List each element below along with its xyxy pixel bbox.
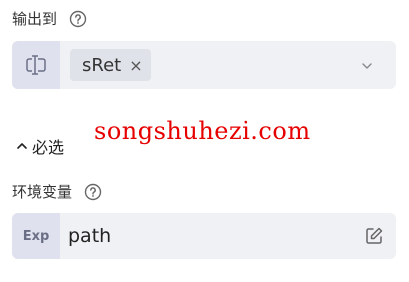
required-section-label: 必选	[32, 138, 65, 157]
question-circle-icon[interactable]	[84, 183, 102, 201]
output-label-text: 输出到	[12, 10, 58, 28]
tag-label: sRet	[82, 54, 122, 76]
env-variable-value[interactable]: path	[68, 225, 111, 247]
watermark: songshuhezi.com	[94, 117, 311, 145]
text-cursor-icon	[26, 55, 46, 75]
output-field-label: 输出到	[12, 8, 87, 29]
output-variable-tag[interactable]: sRet ×	[70, 49, 151, 81]
output-select[interactable]: sRet ×	[12, 41, 396, 89]
env-field-label: 环境变量	[12, 181, 102, 202]
question-circle-icon[interactable]	[69, 10, 87, 28]
close-icon[interactable]: ×	[129, 56, 142, 75]
output-prefix	[12, 41, 60, 89]
env-variable-field[interactable]: Exp path	[12, 213, 396, 259]
required-section-toggle[interactable]: 必选	[16, 134, 64, 158]
env-label-text: 环境变量	[12, 183, 73, 201]
expression-prefix: Exp	[12, 213, 60, 259]
edit-icon[interactable]	[364, 226, 384, 246]
chevron-up-icon	[16, 140, 28, 152]
chevron-down-icon[interactable]	[360, 58, 374, 77]
